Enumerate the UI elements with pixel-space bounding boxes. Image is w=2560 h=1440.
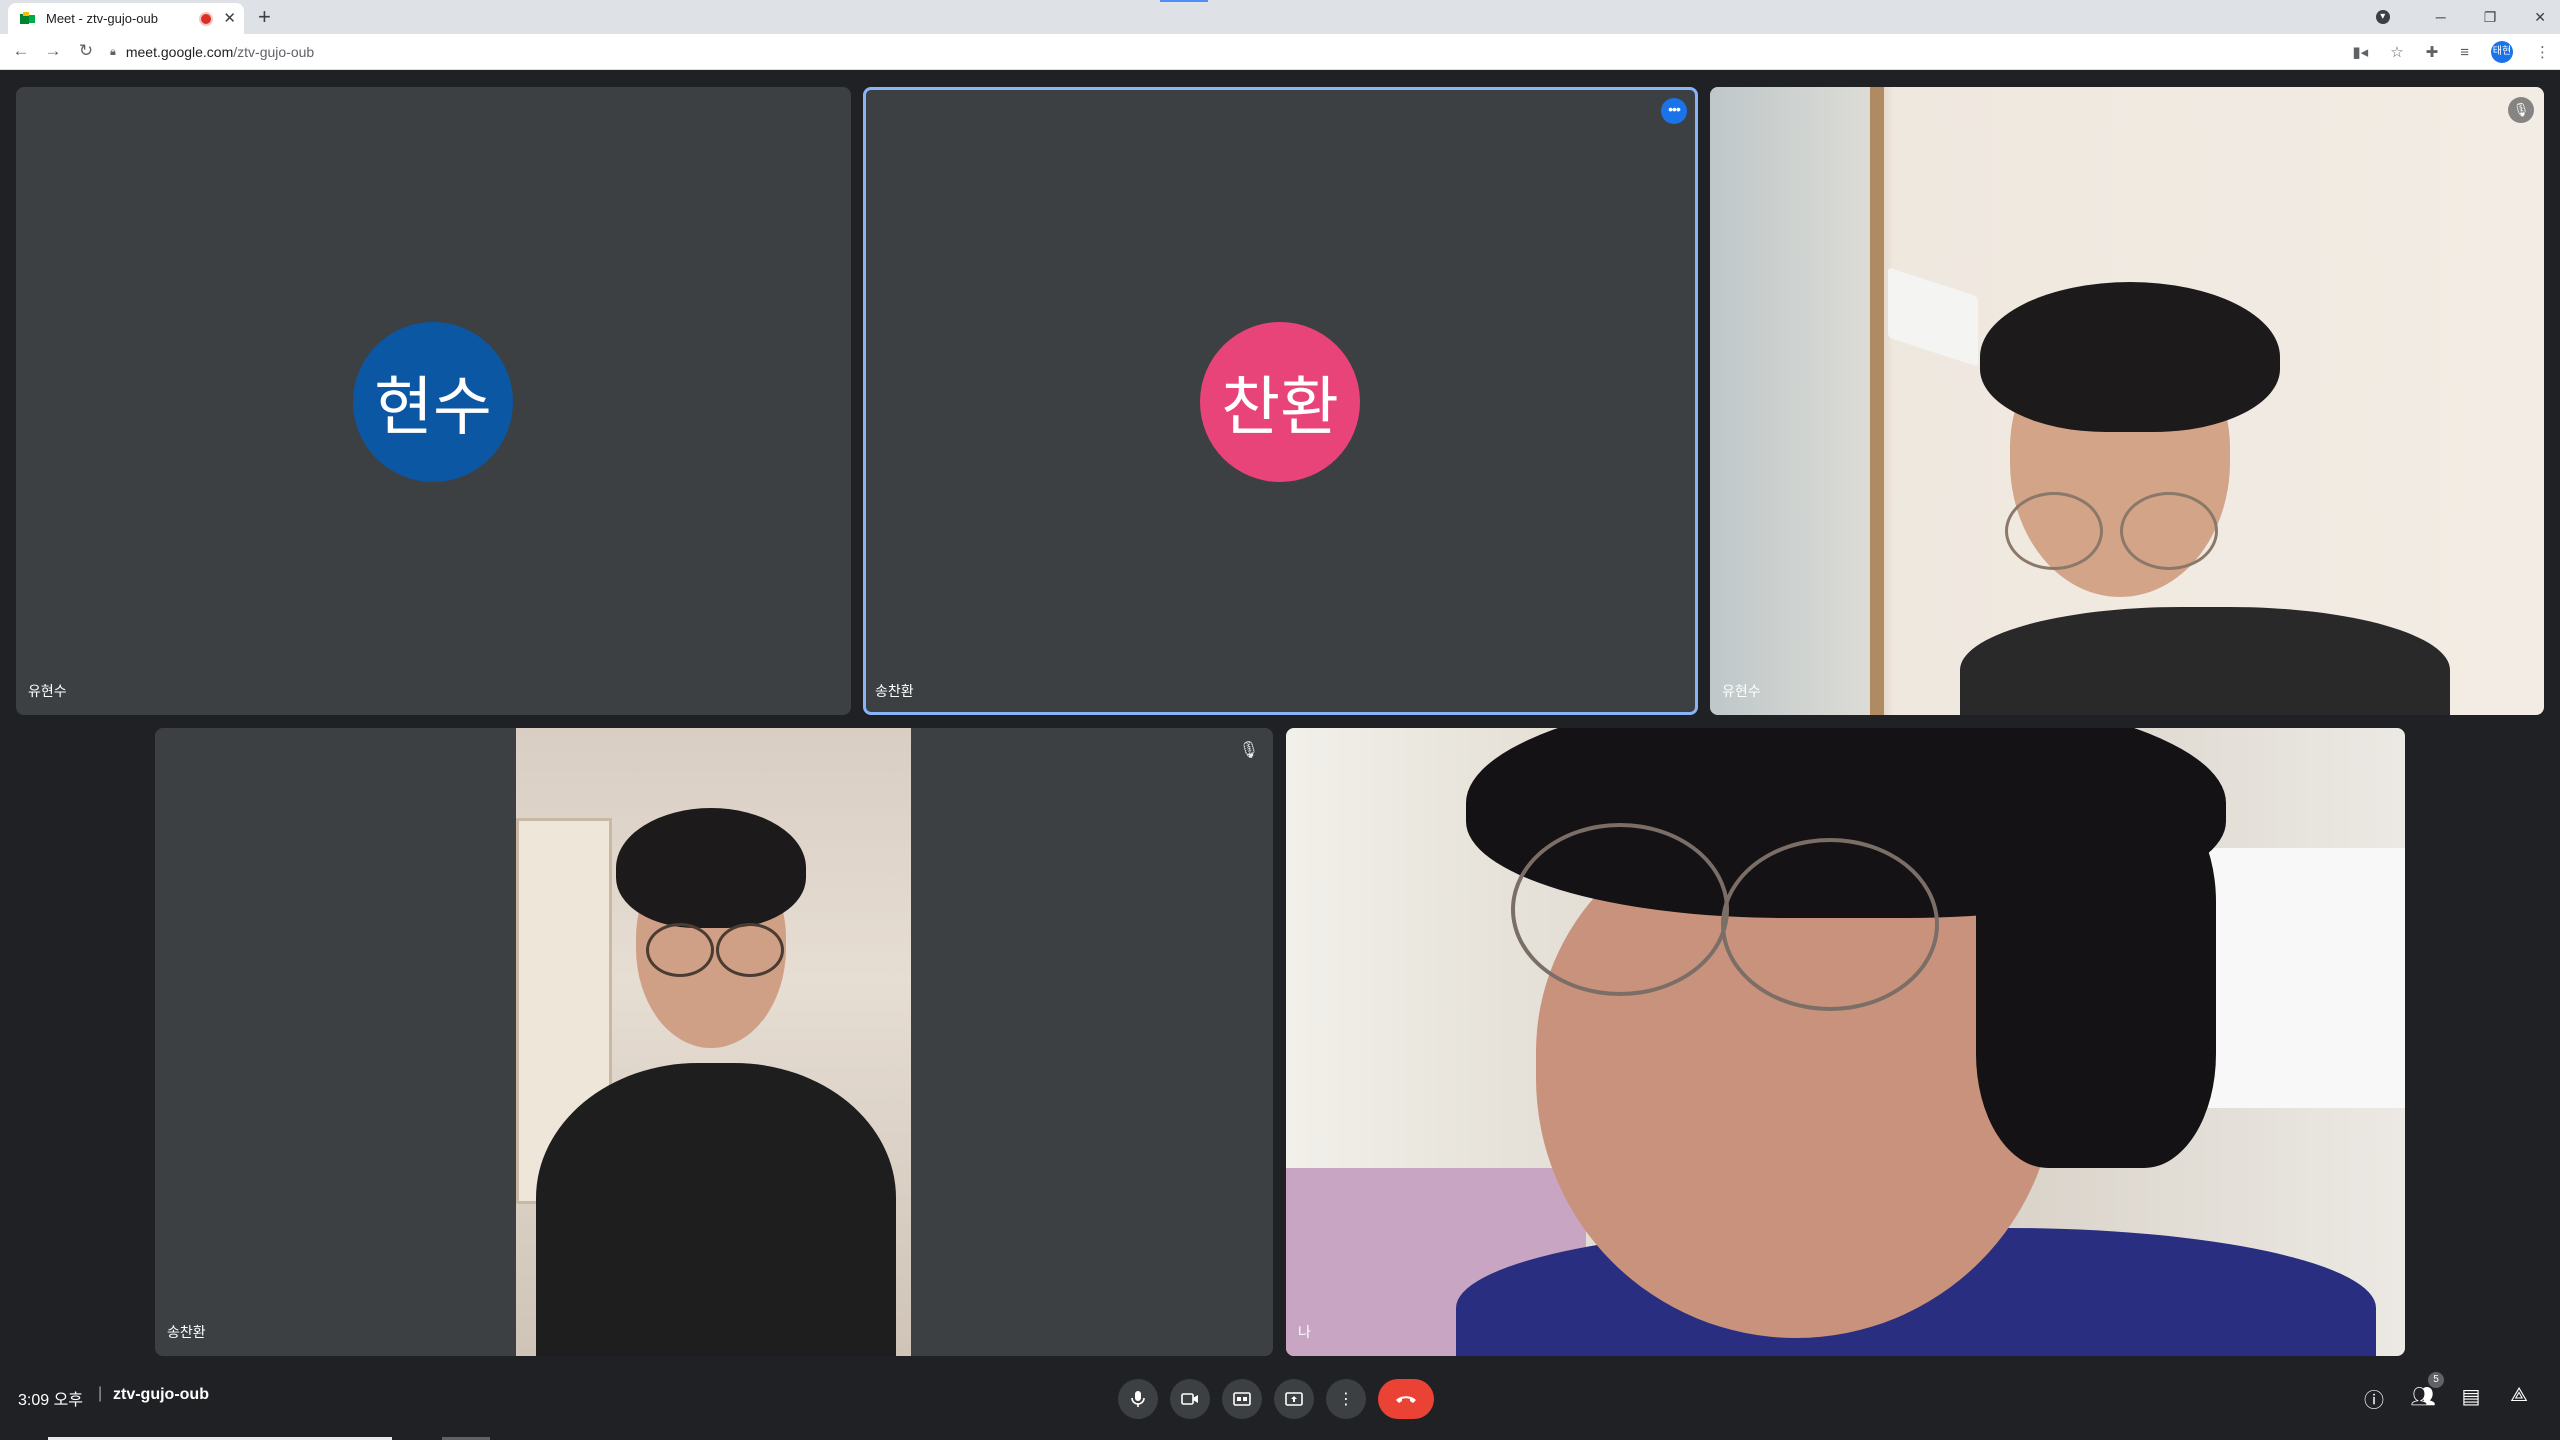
lock-icon: 🔒︎ [110, 45, 116, 58]
participant-name: 송찬환 [167, 1324, 206, 1340]
browser-tabstrip: Meet - ztv-gujo-oub ✕ + ▾ ─ ❐ ✕ [0, 0, 2560, 34]
browser-toolbar: ← → ↻ 🔒︎ meet.google.com/ztv-gujo-oub ▮◂… [0, 34, 2560, 70]
close-window-icon[interactable]: ✕ [2534, 9, 2546, 26]
back-icon[interactable]: ← [10, 41, 32, 61]
new-tab-button[interactable]: + [258, 4, 271, 30]
participant-avatar: 찬환 [1200, 322, 1360, 482]
more-vert-icon: ⋮ [1338, 1391, 1354, 1408]
end-call-icon [1396, 1396, 1416, 1403]
browser-menu-icon[interactable]: ⋮ [2535, 43, 2550, 61]
muted-icon: 🎙︎ [1238, 742, 1259, 759]
self-video [1286, 728, 2405, 1356]
participant-name: 송찬환 [875, 683, 914, 699]
address-bar[interactable]: 🔒︎ meet.google.com/ztv-gujo-oub [110, 39, 2340, 65]
self-tile-video[interactable]: 나 [1286, 728, 2405, 1356]
reload-icon[interactable]: ↻ [75, 41, 97, 61]
participant-name: 나 [1298, 1324, 1311, 1340]
leave-call-button[interactable] [1378, 1379, 1434, 1419]
meeting-time: 3:09 오후 [18, 1392, 84, 1409]
info-icon[interactable]: ⓘ [2359, 1384, 2389, 1413]
profile-avatar[interactable]: 태현 [2491, 41, 2513, 63]
toolbar-icons: ▮◂ ☆ ✚ ≡ 태현 ⋮ [2352, 34, 2550, 70]
more-options-button[interactable]: ⋮ [1326, 1379, 1366, 1419]
restore-icon[interactable]: ❐ [2484, 9, 2497, 26]
muted-icon: 🎙︎ [2508, 97, 2534, 123]
url-host: meet.google.com [125, 44, 234, 60]
participant-tile-active[interactable]: ••• 찬환 송찬환 [863, 87, 1698, 715]
camera-button[interactable] [1170, 1379, 1210, 1419]
browser-tab[interactable]: Meet - ztv-gujo-oub ✕ [8, 3, 244, 34]
meeting-code: ztv-gujo-oub [113, 1386, 209, 1403]
tab-drag-indicator [1160, 0, 1208, 2]
participant-tile-video[interactable]: 🎙︎ 유현수 [1710, 87, 2544, 715]
separator: | [98, 1385, 103, 1402]
more-options-icon[interactable]: ••• [1661, 98, 1687, 124]
chat-icon[interactable]: ▤ [2456, 1384, 2486, 1409]
recording-indicator-icon [201, 13, 212, 24]
tab-search-icon[interactable]: ▾ [2375, 10, 2390, 24]
bookmark-star-icon[interactable]: ☆ [2390, 43, 2403, 61]
participant-name: 유현수 [1722, 683, 1761, 699]
participant-video [516, 728, 911, 1356]
participant-avatar: 현수 [353, 322, 513, 482]
window-controls: ▾ ─ ❐ ✕ [2375, 0, 2546, 34]
present-icon [1285, 1392, 1303, 1406]
participant-tile[interactable]: 현수 유현수 [16, 87, 851, 715]
participant-count-badge: 5 [2428, 1372, 2444, 1388]
meeting-control-bar: 3:09 오후 | ztv-gujo-oub ⋮ ⓘ 👥︎ 5 ▤ ⟁ [0, 1364, 2560, 1440]
meet-favicon-icon [20, 11, 36, 26]
media-control-icon[interactable]: ≡ [2460, 44, 2469, 61]
activities-icon[interactable]: ⟁ [2504, 1384, 2534, 1407]
participant-name: 유현수 [28, 683, 67, 699]
tab-title: Meet - ztv-gujo-oub [46, 11, 158, 26]
air-conditioner [1888, 267, 1978, 367]
url-path: /ztv-gujo-oub [233, 44, 315, 60]
extensions-icon[interactable]: ✚ [2426, 43, 2439, 61]
minimize-icon[interactable]: ─ [2436, 9, 2446, 25]
forward-icon[interactable]: → [42, 41, 64, 61]
mic-icon [1131, 1391, 1145, 1407]
captions-icon [1233, 1392, 1251, 1406]
captions-button[interactable] [1222, 1379, 1262, 1419]
participant-video [1710, 87, 2544, 715]
window-frame [1710, 87, 1884, 715]
tab-close-icon[interactable]: ✕ [223, 11, 236, 26]
mic-button[interactable] [1118, 1379, 1158, 1419]
participant-tile-video[interactable]: 🎙︎ 송찬환 [155, 728, 1273, 1356]
camera-icon [1181, 1393, 1198, 1405]
present-button[interactable] [1274, 1379, 1314, 1419]
camera-in-use-icon[interactable]: ▮◂ [2352, 43, 2368, 61]
